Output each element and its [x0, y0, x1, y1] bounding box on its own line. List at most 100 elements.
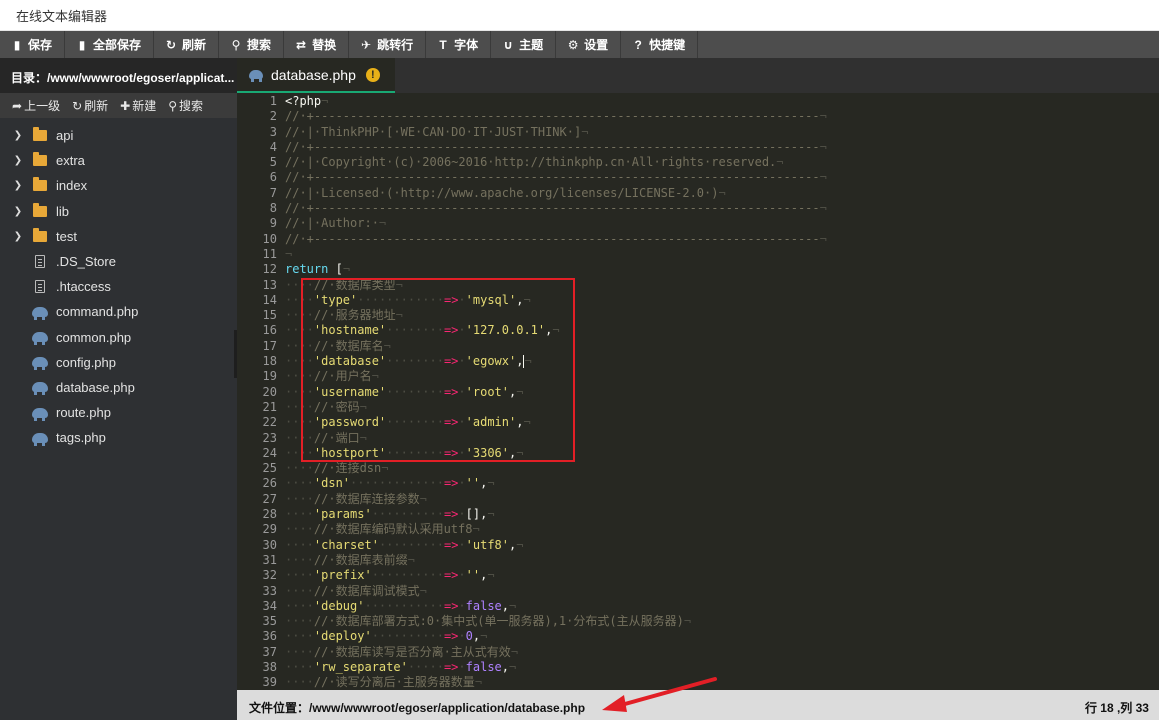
toolbar-button-5[interactable]: ✈ 跳转行 — [349, 31, 427, 58]
window-title: 在线文本编辑器 — [16, 9, 108, 24]
tree-item-config-php[interactable]: config.php — [0, 350, 237, 375]
code-line[interactable]: ····//·服务器地址¬ — [285, 308, 1159, 323]
tree-item-common-php[interactable]: common.php — [0, 325, 237, 350]
code-line[interactable]: ····'deploy'··········=>·0,¬ — [285, 629, 1159, 644]
toolbar-button-6[interactable]: T 字体 — [426, 31, 492, 58]
code-line[interactable]: <?php¬ — [285, 94, 1159, 109]
line-number: 23 — [262, 430, 277, 445]
chevron-right-icon: ❯ — [13, 180, 23, 192]
toolbar-button-2[interactable]: ↻ 刷新 — [154, 31, 220, 58]
line-number-gutter: 1 2 3 4 5 6 7 8 9 10 11 12 13 14 15 16 17 18 19 20 21 22 23 24 2… — [237, 94, 277, 690]
tab-database-php[interactable]: database.php ! — [237, 58, 395, 93]
toolbar-button-9[interactable]: ? 快捷键 — [621, 31, 699, 58]
directory-path: 目录：/www/wwwroot/egoser/applicat... — [0, 58, 237, 93]
code-line[interactable]: //·+------------------------------------… — [285, 201, 1159, 216]
code-line[interactable]: ····'rw_separate'·····=>·false,¬ — [285, 660, 1159, 675]
code-line[interactable]: ····'prefix'··········=>·'',¬ — [285, 568, 1159, 583]
code-line[interactable]: //·+------------------------------------… — [285, 140, 1159, 155]
toolbar-button-0[interactable]: ▮ 保存 — [0, 31, 66, 58]
tree-item-label: common.php — [56, 329, 132, 345]
code-line[interactable]: ····//·连接dsn¬ — [285, 461, 1159, 476]
code-line[interactable]: ····'charset'·········=>·'utf8',¬ — [285, 538, 1159, 553]
line-number: 5 — [269, 155, 277, 170]
toolbar-button-4[interactable]: ⇄ 替换 — [284, 31, 350, 58]
line-number: 13 — [262, 277, 277, 292]
tree-item-DS_Store[interactable]: .DS_Store — [0, 249, 237, 274]
code-line[interactable]: ····//·数据库读写是否分离·主从式有效¬ — [285, 645, 1159, 660]
code-line[interactable]: ····//·数据库名¬ — [285, 339, 1159, 354]
code-line[interactable]: ····'params'··········=>·[],¬ — [285, 507, 1159, 522]
code-line[interactable]: ····//·数据库类型¬ — [285, 278, 1159, 293]
tree-item-htaccess[interactable]: .htaccess — [0, 274, 237, 299]
code-line[interactable]: ····//·端口¬ — [285, 431, 1159, 446]
tree-item-label: index — [56, 178, 88, 194]
code-line[interactable]: //·+------------------------------------… — [285, 109, 1159, 124]
code-line[interactable]: return [¬ — [285, 262, 1159, 277]
code-line[interactable]: ····'debug'···········=>·false,¬ — [285, 599, 1159, 614]
code-line[interactable]: //·+------------------------------------… — [285, 232, 1159, 247]
tree-item-label: .htaccess — [56, 279, 111, 295]
code-line[interactable]: ····//·数据库调试模式¬ — [285, 584, 1159, 599]
code-line[interactable]: ¬ — [285, 247, 1159, 262]
code-line[interactable]: //·|·Author:·¬ — [285, 216, 1159, 231]
tree-item-tags-php[interactable]: tags.php — [0, 425, 237, 450]
cursor-position: 行 18 ,列 33 — [1084, 701, 1149, 715]
code-editor[interactable]: 1 2 3 4 5 6 7 8 9 10 11 12 13 14 15 16 17 18 19 20 21 22 23 24 2… — [237, 93, 1159, 690]
toolbar-button-label: 跳转行 — [377, 38, 414, 52]
toolbar-button-7[interactable]: ∪ 主题 — [491, 31, 557, 58]
code-lines[interactable]: <?php¬//·+------------------------------… — [285, 94, 1159, 690]
php-file-icon — [32, 332, 48, 346]
gear-icon: ⚙ — [567, 37, 579, 52]
toolbar-button-3[interactable]: ⚲ 搜索 — [219, 31, 285, 58]
tree-item-label: tags.php — [56, 430, 106, 446]
line-number: 14 — [262, 292, 277, 307]
php-file-icon — [32, 357, 48, 371]
tree-item-extra[interactable]: ❯ extra — [0, 148, 237, 173]
line-number: 34 — [262, 598, 277, 613]
sidebar-tool-1[interactable]: ↻ 刷新 — [72, 97, 108, 114]
code-line[interactable]: ····'database'········=>·'egowx',¬ — [285, 354, 1159, 369]
code-line[interactable]: ····'hostname'········=>·'127.0.0.1',¬ — [285, 323, 1159, 338]
code-line[interactable]: ····'dsn'·············=>·'',¬ — [285, 476, 1159, 491]
code-line[interactable]: ····'type'············=>·'mysql',¬ — [285, 293, 1159, 308]
code-line[interactable]: //·|·ThinkPHP·[·WE·CAN·DO·IT·JUST·THINK·… — [285, 125, 1159, 140]
tree-item-command-php[interactable]: command.php — [0, 299, 237, 324]
tree-item-database-php[interactable]: database.php — [0, 375, 237, 400]
line-number: 33 — [262, 583, 277, 598]
sidebar-toolbar: ➦ 上一级 ↻ 刷新 ✚ 新建 ⚲ 搜索 — [0, 93, 237, 118]
code-line[interactable]: ····//·数据库表前缀¬ — [285, 553, 1159, 568]
sidebar-tool-2[interactable]: ✚ 新建 — [120, 97, 156, 114]
tree-item-api[interactable]: ❯ api — [0, 123, 237, 148]
toolbar-button-1[interactable]: ▮ 全部保存 — [65, 31, 155, 58]
chevron-right-icon: ❯ — [13, 130, 23, 142]
toolbar-button-8[interactable]: ⚙ 设置 — [556, 31, 622, 58]
line-number: 12 — [262, 262, 277, 277]
tree-item-index[interactable]: ❯ index — [0, 173, 237, 198]
refresh-icon: ↻ — [72, 99, 83, 113]
replace-icon: ⇄ — [296, 37, 307, 52]
tree-item-route-php[interactable]: route.php — [0, 400, 237, 425]
code-line[interactable]: ····//·数据库连接参数¬ — [285, 492, 1159, 507]
code-line[interactable]: ····'hostport'········=>·'3306',¬ — [285, 446, 1159, 461]
tree-item-label: api — [56, 128, 74, 144]
sidebar-tool-3[interactable]: ⚲ 搜索 — [168, 97, 203, 114]
code-line[interactable]: ····//·用户名¬ — [285, 369, 1159, 384]
tree-item-lib[interactable]: ❯ lib — [0, 199, 237, 224]
code-line[interactable]: ····//·数据库部署方式:0·集中式(单一服务器),1·分布式(主从服务器)… — [285, 614, 1159, 629]
code-line[interactable]: //·|·Licensed·(·http://www.apache.org/li… — [285, 186, 1159, 201]
tree-item-test[interactable]: ❯ test — [0, 224, 237, 249]
code-line[interactable]: ····'password'········=>·'admin',¬ — [285, 415, 1159, 430]
code-line[interactable]: ····'username'········=>·'root',¬ — [285, 385, 1159, 400]
code-line[interactable]: //·|·Copyright·(c)·2006~2016·http://thin… — [285, 155, 1159, 170]
code-line[interactable]: ····//·读写分离后·主服务器数量¬ — [285, 675, 1159, 690]
sidebar-tool-0[interactable]: ➦ 上一级 — [12, 97, 60, 114]
toolbar-button-label: 刷新 — [182, 38, 207, 52]
php-file-icon — [32, 306, 48, 320]
code-line[interactable]: ····//·数据库编码默认采用utf8¬ — [285, 522, 1159, 537]
line-number: 2 — [269, 109, 277, 124]
code-line[interactable]: //·+------------------------------------… — [285, 170, 1159, 185]
search-icon: ⚲ — [168, 99, 178, 113]
folder-icon — [33, 152, 47, 167]
php-file-icon — [32, 432, 48, 446]
code-line[interactable]: ····//·密码¬ — [285, 400, 1159, 415]
